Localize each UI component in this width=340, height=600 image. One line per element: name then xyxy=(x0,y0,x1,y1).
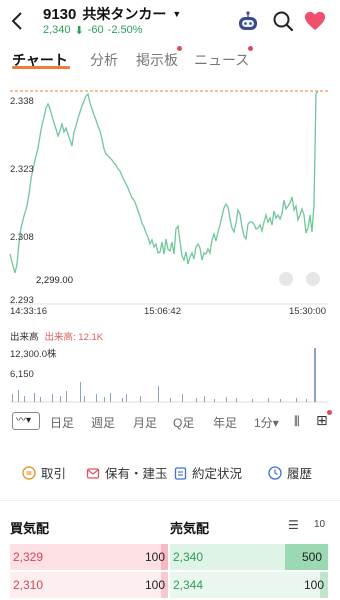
period-quarterly[interactable]: Q足 xyxy=(173,414,194,431)
y-axis-label: 2.308 xyxy=(10,232,34,243)
bid-header: 買気配 xyxy=(10,521,50,536)
ask-price[interactable]: 2,344 xyxy=(173,578,203,592)
price-summary: 2,340 ⬇ -60 -2.50% xyxy=(43,24,143,37)
notification-dot xyxy=(327,410,332,415)
period-weekly[interactable]: 週足 xyxy=(91,414,115,431)
period-monthly[interactable]: 月足 xyxy=(133,414,157,431)
y-axis-label: 2.293 xyxy=(10,295,34,306)
board-row: 2,310 100 2,344 100 xyxy=(0,572,340,598)
settings-sliders-icon[interactable]: ☰ xyxy=(288,518,299,532)
x-axis-label: 14:33:16 xyxy=(10,306,47,317)
current-price: 2,340 xyxy=(43,24,71,36)
dropdown-caret-icon: ▼ xyxy=(172,9,182,19)
stock-code: 9130 xyxy=(43,5,77,23)
bid-quantity: 100 xyxy=(145,550,166,564)
notification-dot xyxy=(248,46,253,51)
execution-status-button[interactable]: 約定状況 xyxy=(174,463,242,482)
search-icon[interactable] xyxy=(272,10,294,32)
stock-name: 共栄タンカー xyxy=(82,6,167,22)
history-label: 履歴 xyxy=(287,467,313,481)
trade-button[interactable]: 取引 xyxy=(22,463,66,482)
y-axis-label: 2.323 xyxy=(10,164,34,175)
chart-type-selector[interactable]: 〰▾ xyxy=(12,412,40,430)
back-arrow-icon[interactable] xyxy=(10,10,26,32)
line-chart-icon: 〰 xyxy=(16,415,26,426)
volume-bars xyxy=(10,348,328,403)
board-row: 2,329 100 2,340 500 xyxy=(0,544,340,570)
period-minute[interactable]: 1分▾ xyxy=(254,414,279,431)
active-tab-indicator xyxy=(12,66,70,69)
volume-current: 出来高: 12.1K xyxy=(44,332,104,343)
x-axis-label: 15:06:42 xyxy=(144,306,181,317)
clipboard-icon xyxy=(174,466,187,480)
holdings-label: 保有・建玉 xyxy=(105,467,168,481)
notification-dot xyxy=(177,46,182,51)
clock-icon xyxy=(268,465,282,480)
execution-status-label: 約定状況 xyxy=(192,467,243,481)
trade-label: 取引 xyxy=(41,467,67,481)
header: 9130 共栄タンカー ▼ 2,340 ⬇ -60 -2.50% xyxy=(0,0,340,44)
bid-price[interactable]: 2,310 xyxy=(13,578,43,592)
min-price-label: 2,299.00 xyxy=(36,275,73,286)
compare-chart-icon[interactable] xyxy=(306,272,320,286)
y-axis-label: 2.338 xyxy=(10,96,34,107)
down-arrow-icon: ⬇ xyxy=(74,25,84,37)
portfolio-icon xyxy=(86,467,100,479)
price-chart[interactable]: 2.338 2.323 2.308 2.293 2,299.00 14:33:1… xyxy=(0,76,340,406)
price-change-pct: -2.50% xyxy=(107,24,143,36)
expand-chart-icon[interactable] xyxy=(279,272,293,286)
grid-layout-icon[interactable]: ⊞ xyxy=(316,412,328,429)
history-button[interactable]: 履歴 xyxy=(268,463,312,482)
price-series-line xyxy=(9,90,319,274)
ask-quantity: 500 xyxy=(302,550,323,564)
order-board: 買気配 売気配 ☰ 10 2,329 100 2,340 500 2,310 1… xyxy=(0,504,340,600)
favorite-heart-icon[interactable] xyxy=(304,10,326,32)
ask-header: 売気配 xyxy=(170,521,210,536)
tab-news[interactable]: ニュース xyxy=(194,50,249,70)
period-daily[interactable]: 日足 xyxy=(50,414,74,431)
divider xyxy=(0,500,340,501)
stock-title[interactable]: 9130 共栄タンカー ▼ xyxy=(43,4,181,24)
trade-icon xyxy=(22,465,36,480)
bid-price[interactable]: 2,329 xyxy=(13,550,43,564)
ask-price[interactable]: 2,340 xyxy=(173,550,203,564)
holdings-button[interactable]: 保有・建玉 xyxy=(86,463,168,482)
depth-count[interactable]: 10 xyxy=(314,519,325,530)
volume-header: 出来高 出来高: 12.1K xyxy=(10,329,103,343)
price-change: -60 xyxy=(87,24,104,36)
bid-quantity: 100 xyxy=(145,578,166,592)
action-bar: 取引 保有・建玉 約定状況 履歴 xyxy=(0,458,340,484)
period-yearly[interactable]: 年足 xyxy=(213,414,237,431)
robot-assistant-icon[interactable] xyxy=(236,10,260,34)
ask-quantity: 100 xyxy=(304,578,325,592)
x-axis-label: 15:30:00 xyxy=(289,306,326,317)
period-minute-label: 1分 xyxy=(254,416,273,430)
volume-title: 出来高 xyxy=(10,332,39,343)
tab-board[interactable]: 掲示板 xyxy=(136,50,178,70)
candlestick-icon[interactable]: ⫼ xyxy=(294,414,300,429)
chart-toolbar: 〰▾ 日足 週足 月足 Q足 年足 1分▾ ⫼ ⊞ xyxy=(0,406,340,436)
tab-analysis[interactable]: 分析 xyxy=(90,50,118,70)
